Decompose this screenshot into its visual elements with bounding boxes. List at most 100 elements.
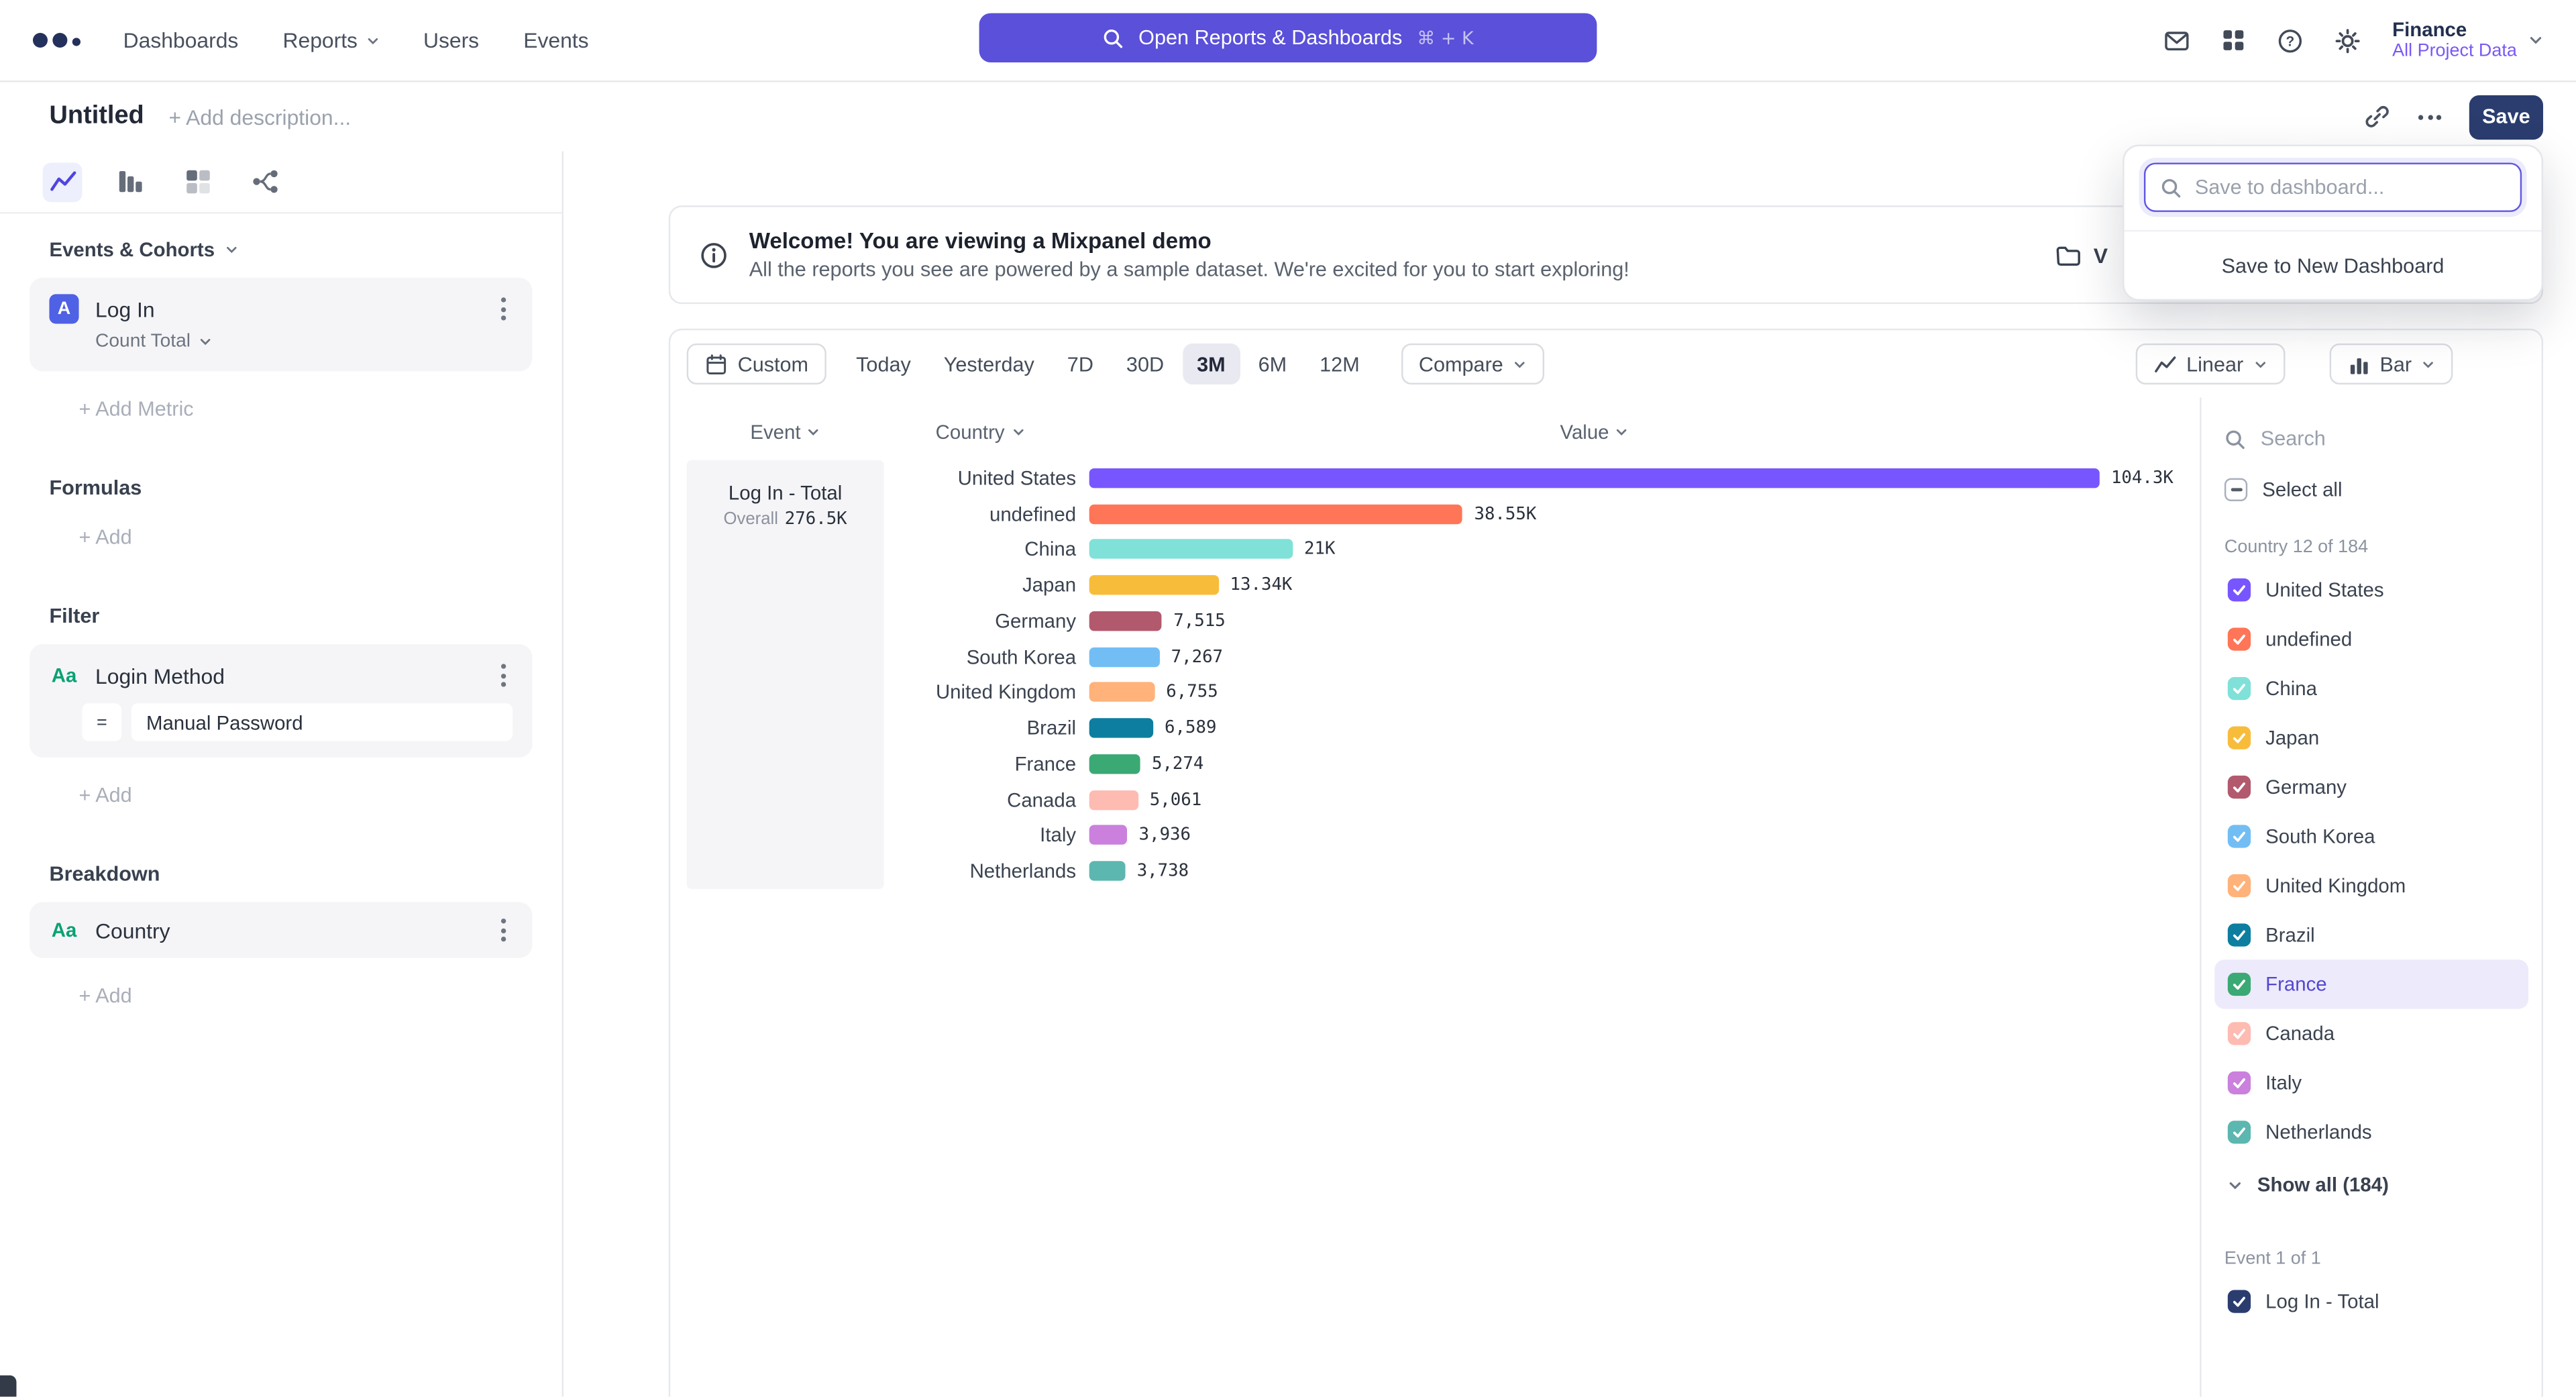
checkbox-united-kingdom[interactable] xyxy=(2228,874,2251,897)
chart-bar-france[interactable] xyxy=(1089,754,1140,774)
country-item-china[interactable]: China xyxy=(2214,664,2528,713)
apps-grid-icon[interactable] xyxy=(2221,28,2246,53)
message-icon[interactable] xyxy=(2164,27,2190,53)
add-formula-button[interactable]: + Add xyxy=(79,526,562,549)
breakdown-search[interactable] xyxy=(2224,417,2518,460)
date-range-yesterday[interactable]: Yesterday xyxy=(929,344,1049,384)
metric-menu-icon[interactable] xyxy=(494,294,513,323)
country-item-undefined[interactable]: undefined xyxy=(2214,615,2528,664)
checkbox-italy[interactable] xyxy=(2228,1072,2251,1094)
tab-insights-line-chart-icon[interactable] xyxy=(43,162,83,201)
help-icon[interactable]: ? xyxy=(2277,27,2304,53)
filter-menu-icon[interactable] xyxy=(494,660,513,690)
chart-bar-japan[interactable] xyxy=(1089,575,1219,594)
gear-icon[interactable] xyxy=(2334,27,2361,53)
checkbox-japan[interactable] xyxy=(2228,726,2251,749)
chart-bar-undefined[interactable] xyxy=(1089,504,1463,523)
checkbox-canada[interactable] xyxy=(2228,1022,2251,1045)
add-breakdown-button[interactable]: + Add xyxy=(79,984,562,1007)
event-item-checkbox[interactable] xyxy=(2228,1290,2251,1312)
sidebar-collapse-handle[interactable] xyxy=(0,1376,16,1397)
country-item-united-kingdom[interactable]: United Kingdom xyxy=(2214,861,2528,910)
view-mode-button[interactable]: Linear xyxy=(2135,344,2284,384)
chart-type-button[interactable]: Bar xyxy=(2329,344,2453,384)
checkbox-china[interactable] xyxy=(2228,677,2251,700)
chart-bar-united-kingdom[interactable] xyxy=(1089,682,1155,702)
more-options-icon[interactable] xyxy=(2418,114,2441,119)
country-item-france[interactable]: France xyxy=(2214,960,2528,1008)
chart-bar-canada[interactable] xyxy=(1089,790,1138,809)
column-header-country[interactable]: Country xyxy=(884,421,1077,444)
banner-action-button[interactable]: V xyxy=(2055,242,2108,267)
link-icon[interactable] xyxy=(2364,103,2390,130)
event-summary-cell[interactable]: Log In - Total Overall276.5K xyxy=(687,460,884,889)
tab-funnels-icon[interactable] xyxy=(110,162,150,201)
checkbox-germany[interactable] xyxy=(2228,776,2251,798)
country-item-japan[interactable]: Japan xyxy=(2214,713,2528,762)
show-all-button[interactable]: Show all (184) xyxy=(2214,1160,2528,1209)
checkbox-united-states[interactable] xyxy=(2228,578,2251,601)
checkbox-brazil[interactable] xyxy=(2228,923,2251,946)
checkbox-south-korea[interactable] xyxy=(2228,825,2251,847)
mixpanel-logo-icon[interactable] xyxy=(33,33,80,48)
date-range-today[interactable]: Today xyxy=(841,344,926,384)
aggregation-selector[interactable]: Count Total xyxy=(95,332,212,352)
date-range-30d[interactable]: 30D xyxy=(1112,344,1179,384)
nav-item-dashboards[interactable]: Dashboards xyxy=(123,28,239,53)
save-dashboard-search[interactable] xyxy=(2144,162,2522,211)
nav-item-events[interactable]: Events xyxy=(523,28,588,53)
filter-operator[interactable]: = xyxy=(82,703,121,741)
tab-retention-icon[interactable] xyxy=(177,162,217,201)
breakdown-card-country[interactable]: Aa Country xyxy=(30,902,532,958)
tab-flows-icon[interactable] xyxy=(245,162,284,201)
save-dashboard-search-input[interactable] xyxy=(2195,176,2506,199)
chart-bar-value: 104.3K xyxy=(2111,468,2174,488)
add-filter-button[interactable]: + Add xyxy=(79,784,562,807)
date-range-12m[interactable]: 12M xyxy=(1305,344,1375,384)
metric-card-log-in[interactable]: A Log In Count Total xyxy=(30,278,532,372)
global-search-button[interactable]: Open Reports & Dashboards ⌘ + K xyxy=(979,13,1597,62)
chart-bar-netherlands[interactable] xyxy=(1089,862,1126,881)
event-item-log-in-total[interactable]: Log In - Total xyxy=(2214,1277,2528,1326)
country-item-brazil[interactable]: Brazil xyxy=(2214,911,2528,960)
country-item-canada[interactable]: Canada xyxy=(2214,1009,2528,1058)
chart-bar-germany[interactable] xyxy=(1089,611,1162,631)
breakdown-search-input[interactable] xyxy=(2261,427,2518,450)
date-range-3m[interactable]: 3M xyxy=(1182,344,1240,384)
date-range-custom[interactable]: Custom xyxy=(687,344,826,384)
report-title[interactable]: Untitled xyxy=(49,102,144,132)
checkbox-netherlands[interactable] xyxy=(2228,1121,2251,1143)
date-range-7d[interactable]: 7D xyxy=(1053,344,1108,384)
events-cohorts-section-header[interactable]: Events & Cohorts xyxy=(49,238,513,261)
save-to-dashboard-popover: Save to New Dashboard xyxy=(2123,145,2543,301)
checkbox-france[interactable] xyxy=(2228,973,2251,996)
column-header-event[interactable]: Event xyxy=(687,421,884,444)
filter-card-login-method[interactable]: Aa Login Method = Manual Password xyxy=(30,644,532,758)
nav-item-users[interactable]: Users xyxy=(423,28,479,53)
country-item-germany[interactable]: Germany xyxy=(2214,762,2528,811)
nav-item-reports[interactable]: Reports xyxy=(282,28,378,53)
country-item-italy[interactable]: Italy xyxy=(2214,1058,2528,1107)
chart-bar-south-korea[interactable] xyxy=(1089,647,1160,666)
chart-bar-united-states[interactable] xyxy=(1089,468,2100,488)
checkbox-undefined[interactable] xyxy=(2228,628,2251,651)
save-button[interactable]: Save xyxy=(2469,95,2543,139)
breakdown-menu-icon[interactable] xyxy=(494,915,513,945)
chart-bar-italy[interactable] xyxy=(1089,825,1128,845)
filter-value[interactable]: Manual Password xyxy=(131,703,513,741)
country-item-netherlands[interactable]: Netherlands xyxy=(2214,1108,2528,1157)
select-all-checkbox[interactable] xyxy=(2224,478,2247,501)
chart-bar-brazil[interactable] xyxy=(1089,719,1153,738)
chart-bar-china[interactable] xyxy=(1089,539,1293,559)
country-item-united-states[interactable]: United States xyxy=(2214,565,2528,614)
column-header-value[interactable]: Value xyxy=(1089,421,2100,444)
add-metric-button[interactable]: + Add Metric xyxy=(79,398,562,421)
project-selector[interactable]: Finance All Project Data xyxy=(2392,18,2543,62)
date-range-6m[interactable]: 6M xyxy=(1244,344,1302,384)
select-all-row[interactable]: Select all xyxy=(2224,467,2518,513)
save-to-new-dashboard-button[interactable]: Save to New Dashboard xyxy=(2125,230,2542,299)
report-header: Untitled + Add description... Save xyxy=(0,82,2576,151)
country-item-south-korea[interactable]: South Korea xyxy=(2214,812,2528,861)
compare-button[interactable]: Compare xyxy=(1401,344,1544,384)
report-description-placeholder[interactable]: + Add description... xyxy=(168,105,351,130)
